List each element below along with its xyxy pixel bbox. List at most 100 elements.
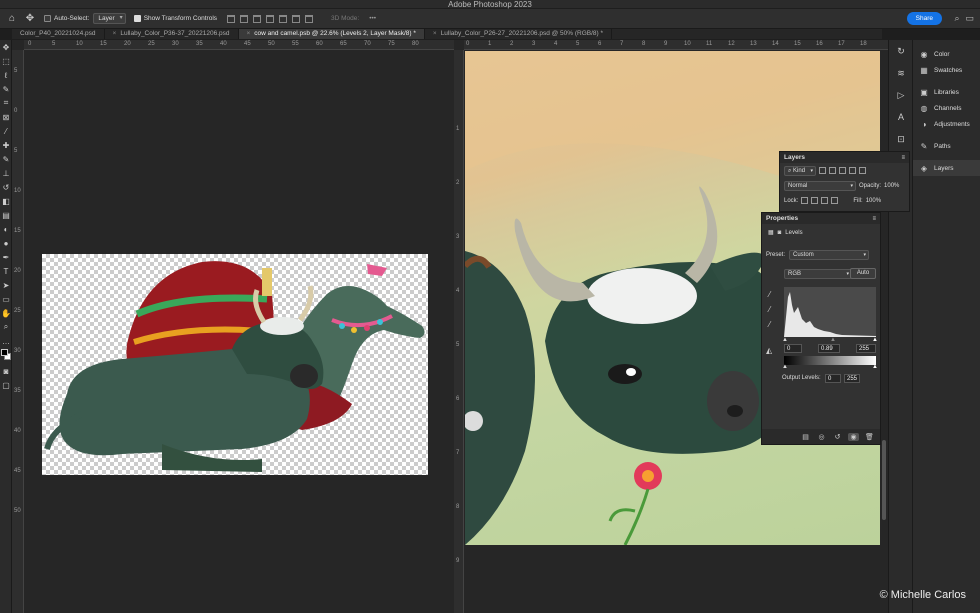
- align-top-icon[interactable]: [227, 14, 236, 23]
- align-left-icon[interactable]: [266, 14, 275, 23]
- vertical-scrollbar[interactable]: [881, 50, 888, 613]
- align-center-icon[interactable]: [279, 14, 288, 23]
- panel-menu-icon[interactable]: ≡: [872, 216, 876, 222]
- document-cow-and-camel[interactable]: 0 5 10 15 20 25 30 35 40 45 50 55 60 65 …: [12, 40, 454, 613]
- share-button[interactable]: Share: [906, 12, 942, 25]
- move-tool-icon[interactable]: ✥: [0, 40, 12, 54]
- quick-select-tool-icon[interactable]: ✎: [0, 82, 12, 96]
- show-transform-controls-checkbox[interactable]: [133, 15, 141, 22]
- panel-channels[interactable]: ◍ Channels: [913, 100, 980, 116]
- dodge-tool-icon[interactable]: ●: [0, 236, 12, 250]
- color-swatches[interactable]: [0, 348, 12, 364]
- character-icon[interactable]: A: [889, 106, 913, 128]
- layer-filter-dropdown[interactable]: ⌕ Kind: [784, 165, 817, 176]
- input-black-slider-icon[interactable]: ▲: [782, 337, 788, 343]
- move-tool-icon[interactable]: ✥: [24, 13, 36, 25]
- type-tool-icon[interactable]: T: [0, 264, 12, 278]
- zoom-tool-icon[interactable]: ⌕: [0, 320, 12, 334]
- more-tools-icon[interactable]: …: [0, 334, 12, 348]
- screen-mode-icon[interactable]: ▢: [0, 378, 12, 392]
- input-gamma-slider-icon[interactable]: ▲: [830, 337, 836, 343]
- output-white-field[interactable]: 255: [844, 374, 860, 383]
- panel-color[interactable]: ◉ Color: [913, 46, 980, 62]
- properties-panel-header[interactable]: Properties ≡: [762, 213, 880, 224]
- mask-icon[interactable]: ◙: [778, 230, 782, 236]
- lock-all-icon[interactable]: [831, 197, 839, 204]
- canvas-cow-and-camel[interactable]: [42, 254, 428, 475]
- marquee-tool-icon[interactable]: ⬚: [0, 54, 12, 68]
- close-icon[interactable]: ×: [247, 30, 251, 37]
- panel-paths[interactable]: ✎ Paths: [913, 138, 980, 154]
- delete-icon[interactable]: 🗑: [864, 433, 875, 441]
- blur-tool-icon[interactable]: ◐: [0, 222, 12, 236]
- panel-swatches[interactable]: ▦ Swatches: [913, 62, 980, 78]
- fill-value[interactable]: 100%: [866, 198, 881, 204]
- actions-icon[interactable]: ▷: [889, 84, 913, 106]
- workspace-icon[interactable]: ▭: [965, 13, 974, 24]
- eyedropper-tool-icon[interactable]: ⁄: [0, 124, 12, 138]
- align-middle-icon[interactable]: [240, 14, 249, 23]
- navigator-icon[interactable]: ⊡: [889, 128, 913, 150]
- tab-lullaby-p36[interactable]: × Lullaby_Color_P36-37_20221206.psd: [105, 29, 239, 39]
- blend-mode-dropdown[interactable]: Normal: [784, 180, 856, 191]
- filter-pixel-icon[interactable]: [819, 167, 827, 174]
- history-brush-icon[interactable]: ↺: [0, 180, 12, 194]
- layers-panel-header[interactable]: Layers ≡: [780, 152, 909, 163]
- search-icon[interactable]: ⌕: [954, 13, 959, 24]
- scrollbar-thumb[interactable]: [882, 440, 886, 520]
- history-icon[interactable]: ↻: [889, 40, 913, 62]
- clipping-warning-icon[interactable]: ◭: [766, 346, 772, 355]
- lasso-tool-icon[interactable]: ℓ: [0, 68, 12, 82]
- foreground-color-swatch[interactable]: [1, 349, 8, 356]
- filter-type-icon[interactable]: [839, 167, 847, 174]
- crop-tool-icon[interactable]: ⌗: [0, 96, 12, 110]
- lock-position-icon[interactable]: [811, 197, 819, 204]
- output-black-field[interactable]: 0: [825, 374, 841, 383]
- preset-dropdown[interactable]: Custom: [789, 250, 870, 260]
- frame-tool-icon[interactable]: ⊠: [0, 110, 12, 124]
- auto-select-checkbox[interactable]: [44, 15, 51, 22]
- tab-cow-and-camel[interactable]: × cow and camel.psb @ 22.6% (Levels 2, La…: [238, 29, 425, 39]
- panel-adjustments[interactable]: ◑ Adjustments: [913, 116, 980, 132]
- output-white-slider-icon[interactable]: ▲: [872, 364, 878, 370]
- lock-pixels-icon[interactable]: [801, 197, 809, 204]
- brush-settings-icon[interactable]: ≋: [889, 62, 913, 84]
- pen-tool-icon[interactable]: ✒: [0, 250, 12, 264]
- align-bottom-icon[interactable]: [253, 14, 262, 23]
- panel-libraries[interactable]: ▣ Libraries: [913, 84, 980, 100]
- stamp-tool-icon[interactable]: ⊥: [0, 166, 12, 180]
- auto-select-dropdown[interactable]: Layer: [93, 13, 126, 24]
- input-white-slider-icon[interactable]: ▲: [872, 337, 878, 343]
- clip-to-layer-icon[interactable]: ▤: [800, 433, 811, 441]
- filter-shape-icon[interactable]: [849, 167, 857, 174]
- brush-tool-icon[interactable]: ✎: [0, 152, 12, 166]
- auto-button[interactable]: Auto: [850, 268, 876, 279]
- black-point-eyedropper-icon[interactable]: ⁄: [769, 290, 770, 299]
- filter-smart-icon[interactable]: [859, 167, 867, 174]
- distribute-icon[interactable]: [305, 14, 314, 23]
- home-icon[interactable]: ⌂: [6, 13, 18, 25]
- tab-color-p40[interactable]: Color_P40_20221024.psd: [12, 29, 105, 39]
- output-black-slider-icon[interactable]: ▲: [782, 364, 788, 370]
- lock-artboard-icon[interactable]: [821, 197, 829, 204]
- panel-menu-icon[interactable]: ≡: [901, 155, 905, 161]
- panel-layers[interactable]: ◈ Layers: [913, 160, 980, 176]
- view-previous-icon[interactable]: ◎: [816, 433, 827, 441]
- eraser-tool-icon[interactable]: ◧: [0, 194, 12, 208]
- visibility-eye-icon[interactable]: ◉: [848, 432, 859, 441]
- opacity-value[interactable]: 100%: [884, 183, 899, 189]
- filter-adjustment-icon[interactable]: [829, 167, 837, 174]
- more-options-button[interactable]: •••: [369, 15, 376, 22]
- gray-point-eyedropper-icon[interactable]: ⁄: [769, 305, 770, 314]
- input-black-field[interactable]: 0: [784, 344, 802, 353]
- input-gamma-field[interactable]: 0.89: [818, 344, 840, 353]
- reset-icon[interactable]: ↺: [832, 433, 843, 441]
- tab-lullaby-p26[interactable]: × Lullaby_Color_P26-27_20221206.psd @ 50%…: [425, 29, 613, 39]
- align-right-icon[interactable]: [292, 14, 301, 23]
- close-icon[interactable]: ×: [433, 30, 437, 37]
- quick-mask-icon[interactable]: ◙: [0, 364, 12, 378]
- white-point-eyedropper-icon[interactable]: ⁄: [769, 320, 770, 329]
- channel-dropdown[interactable]: RGB: [784, 269, 853, 279]
- shape-tool-icon[interactable]: ▭: [0, 292, 12, 306]
- healing-tool-icon[interactable]: ✚: [0, 138, 12, 152]
